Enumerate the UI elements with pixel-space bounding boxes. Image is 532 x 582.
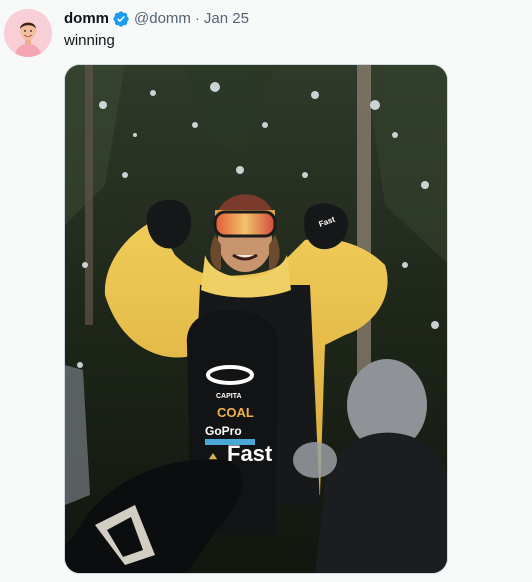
user-handle[interactable]: @domm [134,9,191,29]
tweet-header: domm @domm · Jan 25 [64,9,249,29]
board-logo-coal: COAL [217,405,254,420]
tweet-text: winning [64,32,115,49]
board-logo-fast: Fast [227,441,273,466]
tweet-card[interactable]: domm @domm · Jan 25 winning Fast CAPITA … [0,0,532,582]
display-name[interactable]: domm [64,9,109,29]
profile-avatar[interactable] [4,9,52,57]
tweet-photo[interactable]: Fast CAPITA COAL GoPro Fast [64,64,448,574]
snowboarder-photo: Fast CAPITA COAL GoPro Fast [65,65,447,573]
verified-badge-icon [112,10,130,28]
board-logo-capita: CAPITA [216,393,242,400]
tweet-date[interactable]: Jan 25 [204,9,249,29]
avatar-illustration-icon [4,9,52,57]
separator-dot: · [194,10,200,27]
board-logo-gopro: GoPro [205,424,242,438]
